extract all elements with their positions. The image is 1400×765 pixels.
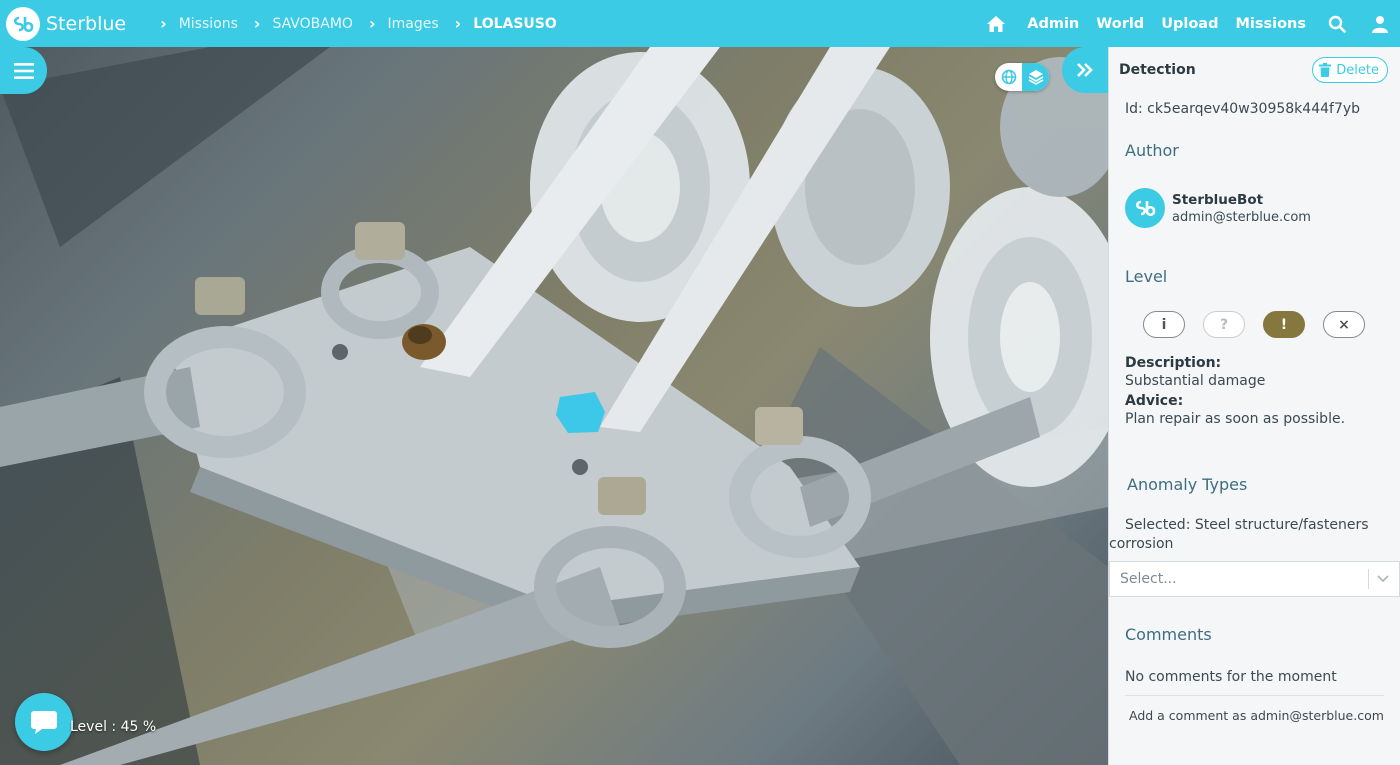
comments-heading: Comments [1125,625,1212,644]
globe-icon[interactable] [995,63,1022,91]
breadcrumb-missions[interactable]: Missions [179,16,238,32]
author-email: admin@sterblue.com [1172,209,1311,225]
nav-admin[interactable]: Admin [1027,16,1079,32]
level-section: Level i ? ! × Description: Substantial d… [1109,253,1400,457]
brand-name: Sterblue [46,12,127,35]
menu-icon [13,62,34,79]
breadcrumb-separator: › [454,14,462,33]
level-heading: Level [1125,267,1168,286]
top-bar: Sterblue › Missions › SAVOBAMO › Images … [0,0,1400,47]
top-nav: Admin World Upload Missions [986,0,1400,47]
select-placeholder: Select... [1120,571,1177,587]
author-row: SterblueBot admin@sterblue.com [1125,188,1384,228]
breadcrumb-current-image: LOLASUSO [473,15,557,32]
nav-upload[interactable]: Upload [1161,16,1218,32]
inspection-photo [0,47,1108,765]
level-info-button[interactable]: i [1143,311,1185,338]
comments-section: Comments No comments for the moment Add … [1109,613,1400,723]
home-icon[interactable] [986,15,1006,33]
nav-world[interactable]: World [1096,16,1144,32]
chevron-down-icon[interactable] [1368,569,1389,589]
add-comment-input[interactable]: Add a comment as admin@sterblue.com [1125,708,1384,723]
search-icon[interactable] [1328,15,1346,33]
nav-missions[interactable]: Missions [1235,16,1306,32]
sterblue-logo-icon [6,6,40,41]
delete-label: Delete [1336,62,1379,78]
layers-icon[interactable] [1022,63,1049,91]
collapse-panel-button[interactable] [1062,47,1108,93]
double-chevron-right-icon [1077,63,1093,77]
author-heading: Author [1125,141,1179,160]
level-unknown-button[interactable]: ? [1203,311,1245,338]
detection-panel: Detection Delete Id: ck5earqev40w30958k4… [1108,47,1400,765]
breadcrumb-images[interactable]: Images [388,16,439,32]
anomaly-selected: Selected: Steel structure/fasteners corr… [1109,516,1384,554]
anomaly-section: Anomaly Types Selected: Steel structure/… [1109,465,1400,597]
author-name: SterblueBot [1172,191,1264,208]
anomaly-selected-line: corrosion [1109,536,1174,552]
advice-value: Plan repair as soon as possible. [1125,411,1346,427]
description-value: Substantial damage [1125,373,1266,389]
view-mode-toggle[interactable] [995,63,1049,91]
panel-title: Detection [1119,62,1196,78]
user-icon[interactable] [1372,15,1388,33]
breadcrumb-separator: › [160,14,167,33]
breadcrumb-separator: › [368,14,376,33]
detection-id: Id: ck5earqev40w30958k444f7yb [1125,101,1361,117]
anomaly-selected-line: Selected: Steel structure/fasteners [1125,517,1369,533]
chat-button[interactable] [15,693,73,751]
trash-icon [1319,63,1332,77]
level-warning-button[interactable]: ! [1263,311,1305,338]
level-critical-button[interactable]: × [1323,311,1365,338]
advice-label: Advice: [1125,393,1184,409]
level-readout: Level : 45 % [70,719,157,735]
delete-button[interactable]: Delete [1312,57,1388,83]
brand[interactable]: Sterblue [6,6,127,41]
breadcrumb-mission[interactable]: SAVOBAMO [272,16,352,32]
panel-header: Detection Delete [1109,47,1400,93]
level-selector: i ? ! × [1143,311,1384,338]
description-label: Description: [1125,355,1222,371]
chat-icon [31,711,57,734]
anomaly-type-select[interactable]: Select... [1109,561,1400,597]
comments-empty-text: No comments for the moment [1125,669,1384,696]
anomaly-heading: Anomaly Types [1127,475,1248,494]
image-viewer[interactable] [0,47,1108,765]
avatar [1125,188,1165,228]
breadcrumb: › Missions › SAVOBAMO › Images › LOLASUS… [144,14,557,33]
detection-info: Id: ck5earqev40w30958k444f7yb Author Ste… [1109,93,1400,228]
menu-button[interactable] [0,47,47,94]
breadcrumb-separator: › [253,14,261,33]
